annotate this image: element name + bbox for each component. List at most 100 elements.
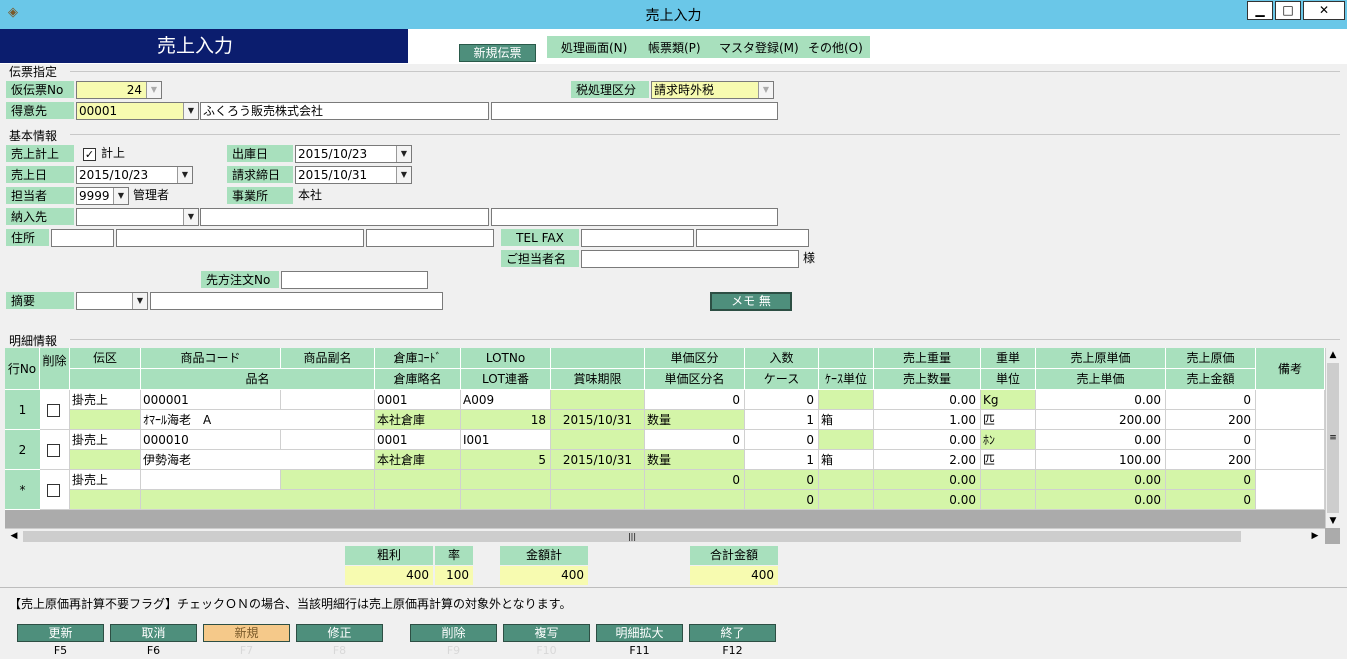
cell-unit-price-type-name[interactable]: 数量	[645, 450, 745, 470]
cell-pack-qty[interactable]: 0	[745, 390, 819, 410]
menu-item-master[interactable]: マスタ登録(M)	[719, 39, 799, 56]
cell-sales-amount[interactable]: 200	[1166, 450, 1256, 470]
col-header-unit-price-type[interactable]: 単価区分	[645, 348, 745, 369]
cell-weight-unit[interactable]: ﾎﾝ	[981, 430, 1036, 450]
temp-no-dropdown-icon[interactable]: ▼	[146, 82, 161, 98]
cell-warehouse-name[interactable]: 本社倉庫	[375, 450, 461, 470]
new-button[interactable]: 新規	[203, 624, 290, 642]
contact-field[interactable]	[581, 250, 799, 268]
cell-warehouse-code[interactable]: 0001	[375, 430, 461, 450]
col-header-sales-qty[interactable]: 売上数量	[874, 369, 981, 390]
col-header-sales-weight[interactable]: 売上重量	[874, 348, 981, 369]
cell-remarks[interactable]	[1256, 470, 1325, 510]
col-header-sales-unit-price[interactable]: 売上単価	[1036, 369, 1166, 390]
cell-product-sub[interactable]	[281, 430, 375, 450]
summary-dropdown-icon[interactable]: ▼	[132, 293, 147, 309]
tax-select[interactable]: 請求時外税 ▼	[651, 81, 774, 99]
summary-code-select[interactable]: ▼	[76, 292, 148, 310]
horizontal-scrollbar[interactable]: ◀ ||| ▶	[5, 528, 1325, 544]
col-header-slip-type[interactable]: 伝区	[70, 348, 141, 369]
col-header-sales-amount[interactable]: 売上金額	[1166, 369, 1256, 390]
tax-dropdown-icon[interactable]: ▼	[758, 82, 773, 98]
address2-field[interactable]	[366, 229, 494, 247]
expand-details-button[interactable]: 明細拡大	[596, 624, 683, 642]
cell-unit-price-type[interactable]: 0	[645, 430, 745, 450]
cell-product-code[interactable]: 000010	[141, 430, 281, 450]
cell-expiry[interactable]: 2015/10/31	[551, 450, 645, 470]
cell-product-name[interactable]: ｵﾏｰﾙ海老 A	[141, 410, 375, 430]
row-header[interactable]: 2	[5, 430, 40, 470]
delivery-extra-field[interactable]	[491, 208, 778, 226]
menu-item-screens[interactable]: 処理画面(N)	[561, 39, 627, 56]
col-header-expiry[interactable]: 賞味期限	[551, 369, 645, 390]
customer-code-select[interactable]: 00001 ▼	[76, 102, 199, 120]
row-delete-checkbox[interactable]	[47, 404, 60, 417]
customer-dropdown-icon[interactable]: ▼	[183, 103, 198, 119]
col-header-pack-qty[interactable]: 入数	[745, 348, 819, 369]
cell-unit-price-type-name[interactable]: 数量	[645, 410, 745, 430]
col-header-product-code[interactable]: 商品コード	[141, 348, 281, 369]
col-header-unit[interactable]: 単位	[981, 369, 1036, 390]
memo-button[interactable]: メモ 無	[710, 292, 792, 311]
cell-sales-qty[interactable]: 1.00	[874, 410, 981, 430]
summary-text-field[interactable]	[150, 292, 443, 310]
cancel-button[interactable]: 取消	[110, 624, 197, 642]
fax-field[interactable]	[696, 229, 809, 247]
cell-lot-seq[interactable]: 5	[461, 450, 551, 470]
cell-cost-price[interactable]: 0	[1166, 470, 1256, 490]
cell-cost-price[interactable]: 0	[1166, 430, 1256, 450]
staff-dropdown-icon[interactable]: ▼	[113, 188, 128, 204]
cell-remarks[interactable]	[1256, 390, 1325, 430]
col-header-product-sub[interactable]: 商品副名	[281, 348, 375, 369]
scroll-left-icon[interactable]: ◀	[7, 530, 21, 543]
col-header-warehouse-name[interactable]: 倉庫略名	[375, 369, 461, 390]
cell-unit[interactable]: 匹	[981, 450, 1036, 470]
bill-close-dropdown-icon[interactable]: ▼	[396, 167, 411, 183]
cell-pack-qty[interactable]: 0	[745, 470, 819, 490]
cell-case-unit[interactable]: 箱	[819, 450, 874, 470]
sales-date-picker[interactable]: 2015/10/23 ▼	[76, 166, 193, 184]
staff-code-select[interactable]: 9999 ▼	[76, 187, 129, 205]
cell-cases[interactable]: 0	[745, 490, 819, 510]
edit-button[interactable]: 修正	[296, 624, 383, 642]
cell-cost-unit-price[interactable]: 0.00	[1036, 430, 1166, 450]
cell-product-name[interactable]: 伊勢海老	[141, 450, 375, 470]
delete-button[interactable]: 削除	[410, 624, 497, 642]
scroll-right-icon[interactable]: ▶	[1308, 530, 1322, 543]
cell-cases[interactable]: 1	[745, 450, 819, 470]
delivery-dropdown-icon[interactable]: ▼	[183, 209, 198, 225]
scroll-thumb[interactable]: ≡	[1327, 363, 1339, 513]
delivery-name-field[interactable]	[200, 208, 489, 226]
vertical-scrollbar[interactable]: ▲ ≡ ▼	[1325, 348, 1340, 528]
cell-case-unit[interactable]: 箱	[819, 410, 874, 430]
cell-sales-amount[interactable]: 0	[1166, 490, 1256, 510]
cell-lot-no[interactable]: I001	[461, 430, 551, 450]
cell-lot-seq[interactable]: 18	[461, 410, 551, 430]
cell-unit[interactable]: 匹	[981, 410, 1036, 430]
customer-extra-field[interactable]	[491, 102, 778, 120]
copy-button[interactable]: 複写	[503, 624, 590, 642]
col-header-warehouse-code[interactable]: 倉庫ｺｰﾄﾞ	[375, 348, 461, 369]
col-header-unit-price-type-name[interactable]: 単価区分名	[645, 369, 745, 390]
sales-date-dropdown-icon[interactable]: ▼	[177, 167, 192, 183]
cell-sales-qty[interactable]: 0.00	[874, 490, 981, 510]
customer-name-field[interactable]: ふくろう販売株式会社	[200, 102, 489, 120]
cell-sales-weight[interactable]: 0.00	[874, 390, 981, 410]
sales-post-checkbox[interactable]: ✓	[83, 148, 96, 161]
cell-sales-unit-price[interactable]: 200.00	[1036, 410, 1166, 430]
col-header-remarks[interactable]: 備考	[1256, 348, 1325, 390]
row-delete-checkbox[interactable]	[47, 444, 60, 457]
cell-sales-qty[interactable]: 2.00	[874, 450, 981, 470]
cell-sales-weight[interactable]: 0.00	[874, 430, 981, 450]
cell-warehouse-name[interactable]: 本社倉庫	[375, 410, 461, 430]
row-delete-checkbox[interactable]	[47, 484, 60, 497]
ship-date-picker[interactable]: 2015/10/23 ▼	[295, 145, 412, 163]
address1-field[interactable]	[116, 229, 364, 247]
cell-cost-unit-price[interactable]: 0.00	[1036, 470, 1166, 490]
temp-no-field[interactable]: 24 ▼	[76, 81, 162, 99]
cell-weight-unit[interactable]: Kg	[981, 390, 1036, 410]
cell-lot-no[interactable]: A009	[461, 390, 551, 410]
maximize-button[interactable]: □	[1275, 1, 1301, 20]
cell-slip-type[interactable]: 掛売上	[70, 430, 141, 450]
update-button[interactable]: 更新	[17, 624, 104, 642]
